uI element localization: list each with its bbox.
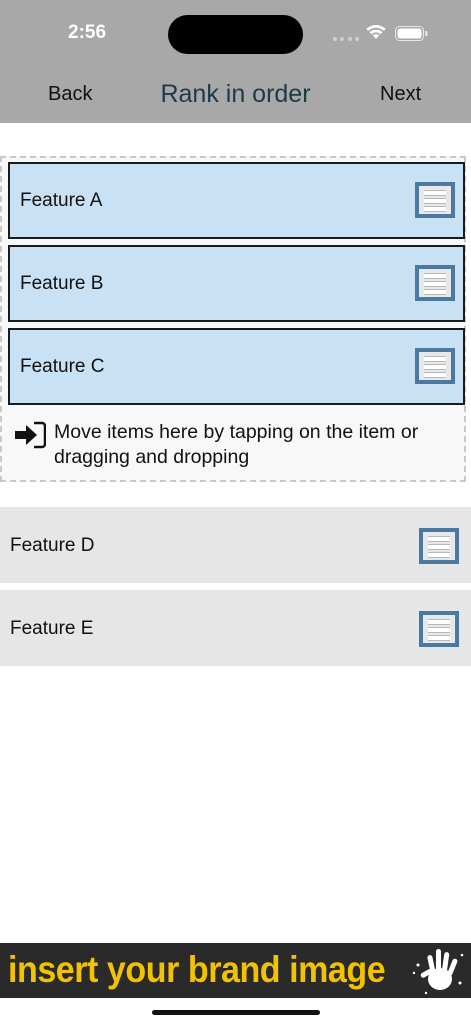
ranked-item-feature-a[interactable]: Feature A [8,162,465,239]
drop-hint: Move items here by tapping on the item o… [14,420,464,470]
item-label: Feature E [10,618,94,639]
drop-hint-text: Move items here by tapping on the item o… [54,421,419,468]
drag-handle-icon[interactable] [415,182,455,218]
wifi-icon [366,25,386,39]
ranked-item-feature-b[interactable]: Feature B [8,245,465,322]
drag-handle-icon[interactable] [415,265,455,301]
next-button[interactable]: Next [380,83,421,106]
drag-handle-icon[interactable] [415,348,455,384]
item-label: Feature D [10,535,95,556]
item-label: Feature A [20,190,103,211]
move-in-icon [15,421,46,449]
battery-icon [395,26,428,41]
navigation-header: 2:56 Back Rank in order Next [0,0,471,123]
home-indicator[interactable] [152,1010,320,1015]
drag-handle-icon[interactable] [419,611,459,647]
cellular-signal-icon [333,37,359,41]
brand-text: insert your brand image [8,949,386,990]
unranked-item-feature-d[interactable]: Feature D [0,507,471,583]
brand-banner: insert your brand image [0,943,471,998]
hand-print-icon [412,949,464,995]
item-label: Feature B [20,273,104,294]
unranked-item-feature-e[interactable]: Feature E [0,590,471,666]
item-label: Feature C [20,356,105,377]
ranking-drop-zone[interactable]: Feature A Feature B Feature C Move items… [0,156,466,482]
dynamic-island [168,15,303,54]
ranked-item-feature-c[interactable]: Feature C [8,328,465,405]
status-time: 2:56 [68,22,107,43]
drag-handle-icon[interactable] [419,528,459,564]
